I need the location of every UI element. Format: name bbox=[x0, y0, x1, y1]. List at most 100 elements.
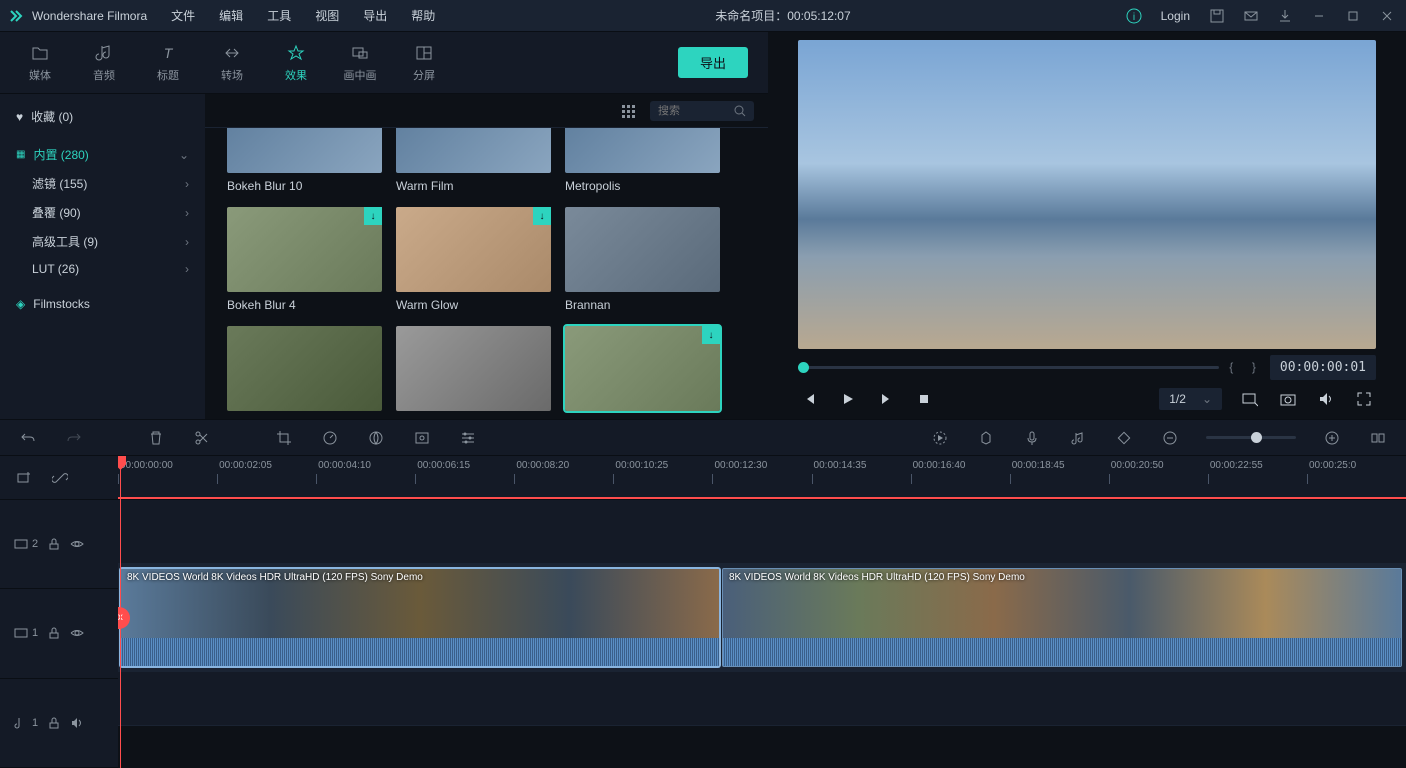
zoom-fit-button[interactable] bbox=[1368, 428, 1388, 448]
lock-icon[interactable] bbox=[48, 717, 60, 729]
zoom-out-button[interactable] bbox=[1160, 428, 1180, 448]
heart-icon: ♥ bbox=[16, 110, 23, 124]
audio-mixer-button[interactable] bbox=[1068, 428, 1088, 448]
menu-export[interactable]: 导出 bbox=[355, 3, 395, 28]
svg-text:T: T bbox=[164, 45, 174, 61]
search-input[interactable] bbox=[658, 105, 728, 117]
menu-edit[interactable]: 编辑 bbox=[211, 3, 251, 28]
tab-titles[interactable]: T标题 bbox=[136, 32, 200, 94]
quality-icon[interactable] bbox=[1240, 389, 1260, 409]
undo-button[interactable] bbox=[18, 428, 38, 448]
library-tabs: 媒体 音频 T标题 转场 效果 画中画 分屏 导出 bbox=[0, 32, 768, 94]
mark-brackets-icon[interactable]: { } bbox=[1229, 360, 1260, 374]
effect-item[interactable]: ↓Harry Potter bbox=[565, 326, 720, 419]
stop-button[interactable] bbox=[914, 389, 934, 409]
effect-item[interactable]: Grey bbox=[396, 326, 551, 419]
track-headers: 2 1 1 bbox=[0, 456, 118, 768]
sidebar-favorites[interactable]: ♥ 收藏 (0) bbox=[0, 102, 205, 131]
tab-split[interactable]: 分屏 bbox=[392, 32, 456, 94]
delete-button[interactable] bbox=[146, 428, 166, 448]
menu-tools[interactable]: 工具 bbox=[259, 3, 299, 28]
tab-effects[interactable]: 效果 bbox=[264, 32, 328, 94]
sidebar-item-advanced[interactable]: 高级工具 (9)› bbox=[0, 227, 205, 256]
tab-media[interactable]: 媒体 bbox=[8, 32, 72, 94]
clip-video1b[interactable]: 8K VIDEOS World 8K Videos HDR UltraHD (1… bbox=[722, 568, 1402, 667]
tab-audio[interactable]: 音频 bbox=[72, 32, 136, 94]
sidebar-item-lut[interactable]: LUT (26)› bbox=[0, 256, 205, 282]
timeline-tracks[interactable]: 00:00:00:0000:00:02:0500:00:04:1000:00:0… bbox=[118, 456, 1406, 768]
download-icon[interactable] bbox=[1274, 5, 1296, 27]
speed-button[interactable] bbox=[320, 428, 340, 448]
marker-button[interactable] bbox=[976, 428, 996, 448]
window-minimize[interactable] bbox=[1308, 5, 1330, 27]
track-audio1[interactable] bbox=[118, 672, 1406, 726]
prev-frame-button[interactable] bbox=[800, 389, 820, 409]
menu-help[interactable]: 帮助 bbox=[403, 3, 443, 28]
window-close[interactable] bbox=[1376, 5, 1398, 27]
track-video2[interactable] bbox=[118, 500, 1406, 564]
track-video1[interactable]: fx 8K VIDEOS World 8K Videos HDR UltraHD… bbox=[118, 564, 1406, 672]
sidebar-builtin[interactable]: ▦ 内置 (280) ⌄ bbox=[0, 140, 205, 169]
next-frame-button[interactable] bbox=[876, 389, 896, 409]
timeline-ruler[interactable]: 00:00:00:0000:00:02:0500:00:04:1000:00:0… bbox=[118, 456, 1406, 500]
lock-icon[interactable] bbox=[48, 627, 60, 639]
track-header-audio1[interactable]: 1 bbox=[0, 679, 118, 768]
voiceover-button[interactable] bbox=[1022, 428, 1042, 448]
effect-item[interactable]: Warm Film bbox=[396, 128, 551, 193]
info-icon[interactable]: i bbox=[1123, 5, 1145, 27]
download-badge-icon: ↓ bbox=[702, 326, 720, 344]
effect-item[interactable]: ↓Warm Glow bbox=[396, 207, 551, 312]
green-screen-button[interactable] bbox=[412, 428, 432, 448]
add-track-button[interactable] bbox=[14, 468, 34, 488]
app-name: Wondershare Filmora bbox=[32, 9, 147, 23]
sidebar-filmstocks[interactable]: ◈ Filmstocks bbox=[0, 291, 205, 317]
speaker-icon[interactable] bbox=[70, 716, 84, 730]
menu-view[interactable]: 视图 bbox=[307, 3, 347, 28]
link-button[interactable] bbox=[50, 468, 70, 488]
tab-pip[interactable]: 画中画 bbox=[328, 32, 392, 94]
login-button[interactable]: Login bbox=[1157, 9, 1194, 23]
adjust-button[interactable] bbox=[458, 428, 478, 448]
crop-button[interactable] bbox=[274, 428, 294, 448]
volume-icon[interactable] bbox=[1316, 389, 1336, 409]
redo-button[interactable] bbox=[64, 428, 84, 448]
menu-file[interactable]: 文件 bbox=[163, 3, 203, 28]
effect-item[interactable]: Brannan bbox=[565, 207, 720, 312]
track-header-video1[interactable]: 1 bbox=[0, 589, 118, 678]
title-bar: Wondershare Filmora 文件 编辑 工具 视图 导出 帮助 未命… bbox=[0, 0, 1406, 32]
lock-icon[interactable] bbox=[48, 538, 60, 550]
effect-item[interactable]: Bokeh Blur 10 bbox=[227, 128, 382, 193]
window-maximize[interactable] bbox=[1342, 5, 1364, 27]
preview-viewport[interactable] bbox=[798, 40, 1376, 349]
mail-icon[interactable] bbox=[1240, 5, 1262, 27]
eye-icon[interactable] bbox=[70, 537, 84, 551]
sidebar-item-overlays[interactable]: 叠覆 (90)› bbox=[0, 198, 205, 227]
render-button[interactable] bbox=[930, 428, 950, 448]
split-button[interactable] bbox=[192, 428, 212, 448]
effect-item[interactable]: ↓Bokeh Blur 4 bbox=[227, 207, 382, 312]
color-button[interactable] bbox=[366, 428, 386, 448]
effect-item[interactable]: Metropolis bbox=[565, 128, 720, 193]
zoom-in-button[interactable] bbox=[1322, 428, 1342, 448]
snapshot-icon[interactable] bbox=[1278, 389, 1298, 409]
search-box[interactable] bbox=[650, 101, 754, 121]
export-button[interactable]: 导出 bbox=[678, 47, 748, 78]
chevron-right-icon: › bbox=[185, 206, 189, 220]
effect-item[interactable]: Bad TV Signal bbox=[227, 326, 382, 419]
eye-icon[interactable] bbox=[70, 626, 84, 640]
download-badge-icon: ↓ bbox=[533, 207, 551, 225]
play-button[interactable] bbox=[838, 389, 858, 409]
tab-transitions[interactable]: 转场 bbox=[200, 32, 264, 94]
keyframe-button[interactable] bbox=[1114, 428, 1134, 448]
grid-view-icon[interactable] bbox=[620, 103, 636, 119]
fullscreen-icon[interactable] bbox=[1354, 389, 1374, 409]
search-icon bbox=[734, 105, 746, 117]
playhead[interactable] bbox=[120, 456, 121, 768]
track-header-video2[interactable]: 2 bbox=[0, 500, 118, 589]
zoom-slider[interactable] bbox=[1206, 436, 1296, 439]
sidebar-item-filters[interactable]: 滤镜 (155)› bbox=[0, 169, 205, 198]
seek-slider[interactable] bbox=[798, 366, 1219, 369]
preview-zoom-select[interactable]: 1/2⌄ bbox=[1159, 388, 1222, 410]
clip-video1a[interactable]: 8K VIDEOS World 8K Videos HDR UltraHD (1… bbox=[120, 568, 720, 667]
save-icon[interactable] bbox=[1206, 5, 1228, 27]
